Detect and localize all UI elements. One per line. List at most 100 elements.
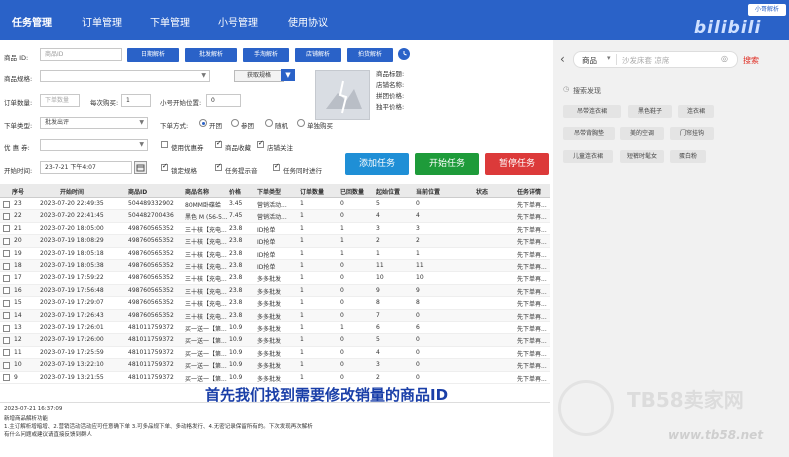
order-type-select[interactable]: 批发出评 ▼ <box>40 117 148 129</box>
coupon-select[interactable]: ▼ <box>40 139 148 151</box>
bilibili-logo: bilibili <box>694 18 762 38</box>
table-row[interactable]: 15 2023-07-19 17:29:07 498760565352 三十核【充电.… <box>0 297 550 310</box>
table-row[interactable]: 21 2023-07-20 18:05:00 498760565352 三十核【充电.… <box>0 223 550 236</box>
order-qty-input[interactable]: 下单数量 <box>40 94 80 107</box>
row-checkbox[interactable] <box>3 262 10 270</box>
nav-tab-order-management[interactable]: 订单管理 <box>82 14 122 29</box>
table-row[interactable]: 18 2023-07-19 18:05:38 498760565352 三十核【充电.… <box>0 260 550 273</box>
spec-select[interactable]: ▼ <box>40 70 210 82</box>
cell-task-detail: 先下单再... <box>517 350 547 358</box>
radio-random[interactable] <box>265 119 273 127</box>
row-checkbox[interactable] <box>3 287 10 295</box>
cell-order-type: 营销活动... <box>257 202 287 209</box>
use-coupon-checkbox[interactable] <box>161 141 168 148</box>
nav-tab-task-management[interactable]: 任务管理 <box>12 14 52 29</box>
fav-product-checkbox[interactable] <box>215 139 222 148</box>
table-row[interactable]: 22 2023-07-20 22:41:45 504482700436 黑色 M (5… <box>0 210 550 223</box>
radio-open-group[interactable] <box>199 119 207 127</box>
search-category[interactable]: 商品 <box>582 55 597 66</box>
watermark-logo <box>558 380 614 436</box>
search-tag[interactable]: 蛋白粉 <box>670 150 706 163</box>
col-header-task-detail: 任务详情 <box>517 189 542 196</box>
table-row[interactable]: 20 2023-07-19 18:08:29 498760565352 三十核【充电.… <box>0 235 550 248</box>
row-checkbox[interactable] <box>3 361 10 369</box>
parse-button-2[interactable]: 批发解析 <box>185 48 237 62</box>
search-tag[interactable]: 吊带连衣裙 <box>563 105 621 118</box>
follow-shop-checkbox[interactable] <box>257 139 264 148</box>
row-checkbox[interactable] <box>3 324 10 332</box>
search-tag[interactable]: 吊带背胸垫 <box>563 127 615 140</box>
history-icon: ◷ <box>563 85 570 93</box>
cell-product-id: 498760565352 <box>128 286 174 294</box>
parse-button-5[interactable]: 拍货解析 <box>347 48 393 62</box>
cell-index: 18 <box>14 262 22 269</box>
camera-icon[interactable]: ◎ <box>721 54 728 63</box>
nav-tab-place-order[interactable]: 下单管理 <box>150 14 190 29</box>
row-checkbox[interactable] <box>3 312 10 320</box>
table-row[interactable]: 13 2023-07-19 17:26:01 481011759372 买一送一【第.… <box>0 322 550 335</box>
nav-tab-usage-agreement[interactable]: 使用协议 <box>288 14 328 29</box>
parse-button-1[interactable]: 日期解析 <box>127 48 179 62</box>
search-tag[interactable]: 连衣裙 <box>678 105 714 118</box>
table-row[interactable]: 11 2023-07-19 17:25:59 481011759372 买一送一【第.… <box>0 347 550 360</box>
row-checkbox[interactable] <box>3 237 10 245</box>
parse-button-3[interactable]: 手淘解析 <box>243 48 289 62</box>
search-button[interactable]: 搜索 <box>743 55 759 66</box>
table-row[interactable]: 10 2023-07-19 13:22:10 481011759372 买一送一【第.… <box>0 359 550 372</box>
table-row[interactable]: 9 2023-07-19 13:21:55 481011759372 买一送一【第..… <box>0 372 550 384</box>
nav-tab-account-management[interactable]: 小号管理 <box>218 14 258 29</box>
row-checkbox[interactable] <box>3 349 10 357</box>
task-remind-checkbox[interactable] <box>215 162 222 171</box>
dropdown-arrow-icon[interactable]: ▼ <box>281 69 295 81</box>
calendar-icon[interactable] <box>134 161 147 174</box>
cell-order-qty: 1 <box>300 212 304 220</box>
product-id-input[interactable]: 商品ID <box>40 48 122 61</box>
cell-returned-qty: 1 <box>340 224 344 232</box>
table-row[interactable]: 14 2023-07-19 17:26:43 498760565352 三十核【充电.… <box>0 309 550 322</box>
add-task-button[interactable]: 添加任务 <box>345 153 409 175</box>
search-tag[interactable]: 短裤时髦女 <box>620 150 664 163</box>
radio-open-group-label: 开团 <box>209 122 222 130</box>
table-row[interactable]: 19 2023-07-19 18:05:18 498760565352 三十核【充电.… <box>0 248 550 260</box>
search-tag[interactable]: 黑色鞋子 <box>628 105 672 118</box>
radio-solo-buy[interactable] <box>297 119 305 127</box>
table-row[interactable]: 23 2023-07-20 22:49:35 504489332902 80MM卧碟蛤… <box>0 198 550 211</box>
table-row[interactable]: 17 2023-07-19 17:59:22 498760565352 三十核【充电.… <box>0 272 550 285</box>
row-checkbox[interactable] <box>3 200 10 208</box>
start-task-button[interactable]: 开始任务 <box>415 153 479 175</box>
parse-button-4[interactable]: 店铺解析 <box>295 48 341 62</box>
per-buy-input[interactable]: 1 <box>121 94 151 107</box>
row-checkbox[interactable] <box>3 299 10 307</box>
fetch-spec-button[interactable]: 获取规格 <box>234 70 284 82</box>
search-box[interactable]: 商品 ▾ 沙发床套 凉席 ◎ <box>573 51 738 68</box>
clock-icon[interactable] <box>398 48 410 60</box>
pause-task-button[interactable]: 暂停任务 <box>485 153 549 175</box>
table-row[interactable]: 12 2023-07-19 17:26:00 481011759372 买一送一【第.… <box>0 334 550 347</box>
col-header-product-id: 商品ID <box>128 189 148 196</box>
row-checkbox[interactable] <box>3 274 10 282</box>
fixed-spec-checkbox[interactable] <box>161 162 168 171</box>
row-checkbox[interactable] <box>3 250 10 258</box>
task-sync-checkbox[interactable] <box>273 162 280 171</box>
table-row[interactable]: 16 2023-07-19 17:56:48 498760565352 三十核【充电.… <box>0 284 550 298</box>
cell-start-pos: 5 <box>376 336 380 344</box>
radio-join-group[interactable] <box>231 119 239 127</box>
task-sync-label: 任务同时进行 <box>283 167 322 175</box>
row-checkbox[interactable] <box>3 212 10 220</box>
search-tag[interactable]: 门帘挂钩 <box>670 127 714 140</box>
cell-start-time: 2023-07-19 13:22:10 <box>40 361 104 369</box>
row-checkbox[interactable] <box>3 374 10 382</box>
cell-start-time: 2023-07-19 13:21:55 <box>40 373 104 381</box>
order-qty-label: 订单数量: <box>4 99 33 107</box>
cell-price: 10.9 <box>229 361 243 369</box>
start-time-input[interactable]: 23-7-21 下午4:07 <box>40 161 132 174</box>
search-input[interactable]: 沙发床套 凉席 <box>622 55 669 66</box>
search-tag[interactable]: 儿童连衣裙 <box>563 150 613 163</box>
search-tag[interactable]: 美的空调 <box>620 127 664 140</box>
back-arrow-icon[interactable]: ‹ <box>560 52 565 66</box>
cell-order-qty: 1 <box>300 348 304 356</box>
cell-start-time: 2023-07-19 18:05:18 <box>40 249 104 257</box>
row-checkbox[interactable] <box>3 336 10 344</box>
row-checkbox[interactable] <box>3 225 10 233</box>
small-start-input[interactable]: 0 <box>206 94 241 107</box>
